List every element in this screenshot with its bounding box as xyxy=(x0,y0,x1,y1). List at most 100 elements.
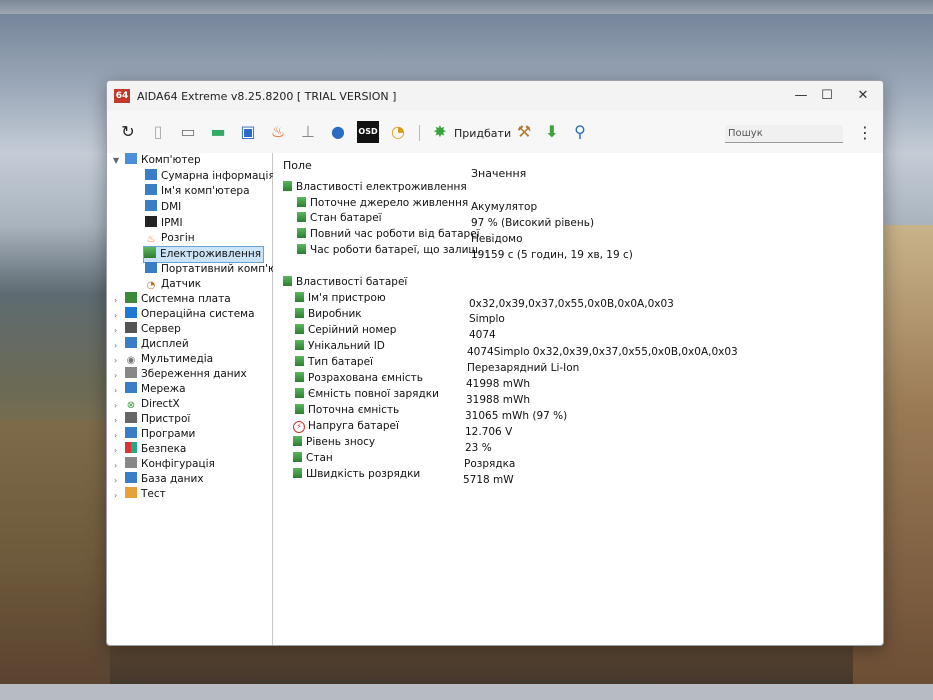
table-row[interactable]: Тип батареї xyxy=(295,356,373,368)
star-icon[interactable]: ✸ xyxy=(429,121,451,143)
tree-item-sensor[interactable]: ◔ Датчик xyxy=(145,277,202,292)
chevron-right-icon[interactable]: › xyxy=(114,401,117,410)
flame-icon[interactable]: ♨ xyxy=(267,121,289,143)
tree-group-configuration[interactable]: Конфігурація xyxy=(125,457,215,472)
search-input[interactable]: Пошук xyxy=(725,125,843,143)
tree-group-devices[interactable]: Пристрої xyxy=(125,412,190,427)
download-icon[interactable]: ⬇ xyxy=(541,121,563,143)
report-icon[interactable]: ▯ xyxy=(147,121,169,143)
tree-item-label: Безпека xyxy=(141,443,187,455)
chevron-right-icon[interactable]: › xyxy=(114,326,117,335)
table-row[interactable]: Час роботи батареї, що залиш... xyxy=(297,244,488,256)
maximize-button[interactable]: ☐ xyxy=(813,87,841,105)
tree-group-os[interactable]: Операційна система xyxy=(125,307,255,322)
close-button[interactable]: ✕ xyxy=(849,87,877,105)
chevron-right-icon[interactable]: › xyxy=(114,386,117,395)
chevron-right-icon[interactable]: › xyxy=(114,356,117,365)
tree-group-multimedia[interactable]: ◉ Мультимедіа xyxy=(125,352,213,367)
chevron-down-icon[interactable]: ▼ xyxy=(113,156,119,165)
field-label: Тип батареї xyxy=(308,356,373,368)
table-row[interactable]: Серійний номер xyxy=(295,324,396,336)
tree-item-summary[interactable]: Сумарна інформація xyxy=(145,169,275,184)
tree-item-dmi[interactable]: DMI xyxy=(145,200,181,215)
table-row[interactable]: Унікальний ID xyxy=(295,340,385,352)
chevron-right-icon[interactable]: › xyxy=(114,491,117,500)
battery-icon xyxy=(295,356,304,366)
user-icon[interactable]: ● xyxy=(327,121,349,143)
tree-item-label: DirectX xyxy=(141,398,180,410)
section-title: Властивості батареї xyxy=(296,276,408,288)
table-row[interactable]: Стан батареї xyxy=(297,212,382,224)
programs-icon xyxy=(125,427,137,438)
table-row[interactable]: Стан xyxy=(293,452,333,464)
tree-item-overclock[interactable]: ♨ Розгін xyxy=(145,231,195,246)
tree-item-portable[interactable]: Портативний комп'юте xyxy=(145,262,289,277)
tree-group-motherboard[interactable]: Системна плата xyxy=(125,292,231,307)
tree-item-ipmi[interactable]: IPMI xyxy=(145,216,183,231)
dmi-icon xyxy=(145,200,157,211)
battery-icon xyxy=(293,436,302,446)
title-bar[interactable]: 64 AIDA64 Extreme v8.25.8200 [ TRIAL VER… xyxy=(107,81,883,111)
chevron-right-icon[interactable]: › xyxy=(114,476,117,485)
gauge-icon[interactable]: ◔ xyxy=(387,121,409,143)
chevron-right-icon[interactable]: › xyxy=(114,341,117,350)
tree-item-label: Портативний комп'юте xyxy=(161,263,290,275)
more-options-icon[interactable]: ⋮ xyxy=(857,123,873,142)
column-header-value[interactable]: Значення xyxy=(471,167,526,180)
tree-group-storage[interactable]: Збереження даних xyxy=(125,367,247,382)
tree-item-label: Збереження даних xyxy=(141,368,247,380)
chevron-right-icon[interactable]: › xyxy=(114,371,117,380)
tree-group-programs[interactable]: Програми xyxy=(125,427,195,442)
column-header-field[interactable]: Поле xyxy=(283,159,312,172)
field-value: 31988 mWh xyxy=(466,394,531,406)
battery-icon xyxy=(295,324,304,334)
table-row[interactable]: Рівень зносу xyxy=(293,436,375,448)
table-row[interactable]: Виробник xyxy=(295,308,362,320)
tree-group-directx[interactable]: ⊗ DirectX xyxy=(125,397,180,412)
tree-group-benchmark[interactable]: Тест xyxy=(125,487,166,502)
table-row[interactable]: Ім'я пристрою xyxy=(295,292,386,304)
tree-group-server[interactable]: Сервер xyxy=(125,322,181,337)
table-row[interactable]: Ємність повної зарядки xyxy=(295,388,439,400)
field-label: Поточне джерело живлення xyxy=(310,197,469,209)
chevron-right-icon[interactable]: › xyxy=(114,311,117,320)
tree-group-network[interactable]: Мережа xyxy=(125,382,186,397)
chevron-right-icon[interactable]: › xyxy=(114,461,117,470)
refresh-icon[interactable]: ↻ xyxy=(117,121,139,143)
search-icon[interactable]: ⚲ xyxy=(569,121,591,143)
chevron-right-icon[interactable]: › xyxy=(114,446,117,455)
network-icon[interactable]: ▣ xyxy=(237,121,259,143)
field-label: Стан батареї xyxy=(310,212,382,224)
tree-item-computer-name[interactable]: Ім'я комп'ютера xyxy=(145,184,250,199)
table-row[interactable]: Швидкість розрядки xyxy=(293,468,420,480)
antenna-icon[interactable]: ⊥ xyxy=(297,121,319,143)
table-row[interactable]: Поточне джерело живлення xyxy=(297,197,468,209)
chevron-right-icon[interactable]: › xyxy=(114,416,117,425)
summary-icon xyxy=(145,169,157,180)
osd-icon[interactable]: OSD xyxy=(357,121,379,143)
field-value: 41998 mWh xyxy=(466,378,531,390)
tree-item-computer[interactable]: Комп'ютер xyxy=(125,153,201,168)
field-value: 97 % (Високий рівень) xyxy=(471,217,595,229)
field-label: Розрахована ємність xyxy=(308,372,423,384)
tree-item-power-management[interactable]: Електроживлення xyxy=(143,246,265,263)
table-row[interactable]: ⚡ Напруга батареї xyxy=(293,420,399,433)
ram-icon[interactable]: ▬ xyxy=(207,121,229,143)
minimize-button[interactable]: — xyxy=(787,87,815,105)
chevron-right-icon[interactable]: › xyxy=(114,296,117,305)
table-row[interactable]: Розрахована ємність xyxy=(295,372,423,384)
buy-button[interactable]: Придбати xyxy=(454,127,511,140)
memory-icon[interactable]: ▭ xyxy=(177,121,199,143)
field-value: Розрядка xyxy=(464,458,516,470)
display-icon xyxy=(125,337,137,348)
tree-group-database[interactable]: База даних xyxy=(125,472,204,487)
tools-icon[interactable]: ⚒ xyxy=(513,121,535,143)
tree-item-label: Мережа xyxy=(141,383,186,395)
table-row[interactable]: Повний час роботи від батареї xyxy=(297,228,480,240)
chevron-right-icon[interactable]: › xyxy=(114,431,117,440)
computer-name-icon xyxy=(145,184,157,195)
tree-group-security[interactable]: Безпека xyxy=(125,442,186,457)
devices-icon xyxy=(125,412,137,423)
table-row[interactable]: Поточна ємність xyxy=(295,404,399,416)
tree-group-display[interactable]: Дисплей xyxy=(125,337,189,352)
